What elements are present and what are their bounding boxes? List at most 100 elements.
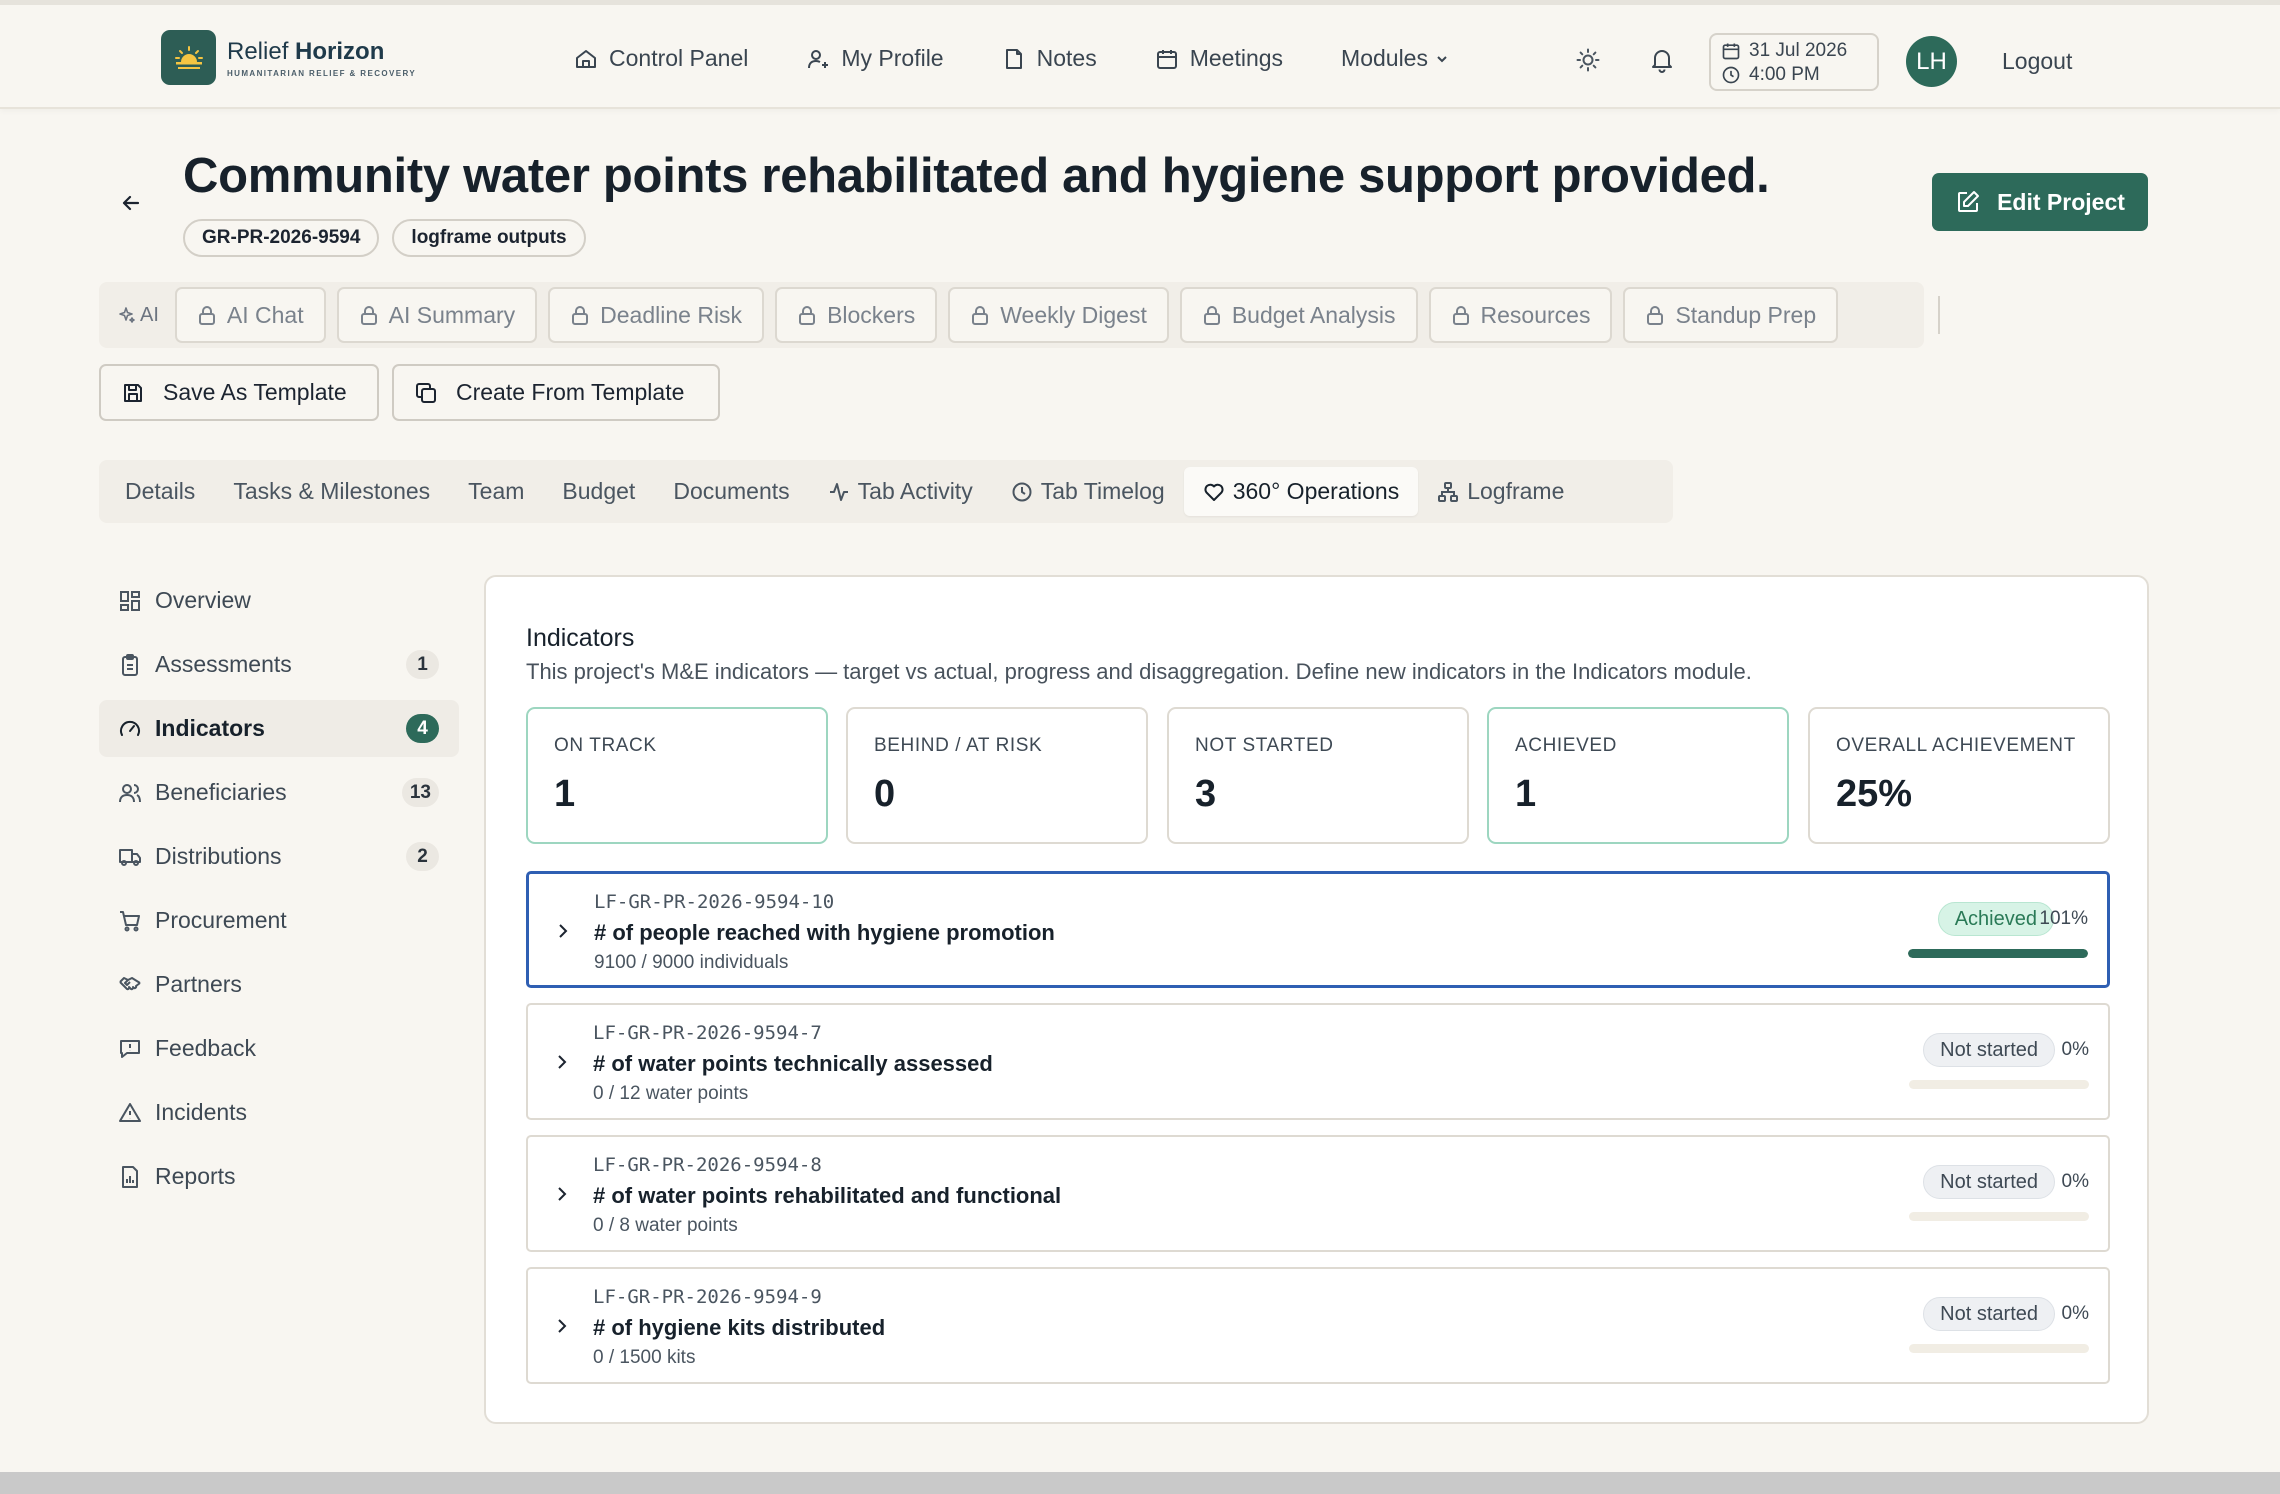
indicator-percent: 0% (2061, 1171, 2089, 1192)
arrow-left-icon (122, 195, 140, 211)
deadline-risk-label: Deadline Risk (600, 301, 743, 328)
stat-card-overall-achievement: OVERALL ACHIEVEMENT 25% (1808, 707, 2110, 844)
copy-icon (416, 382, 436, 403)
indicator-name: # of hygiene kits distributed (593, 1315, 886, 1340)
indicator-name: # of people reached with hygiene promoti… (594, 920, 1055, 945)
project-tag-badge: logframe outputs (392, 219, 586, 257)
window-bottom-edge (0, 1472, 2280, 1494)
sidebar-item-label: Partners (155, 971, 242, 997)
sidebar-item-label: Indicators (155, 715, 265, 741)
blockers-button[interactable]: Blockers (775, 287, 938, 343)
logout-link[interactable]: Logout (2002, 48, 2072, 75)
count-badge: 13 (401, 778, 439, 807)
tab-activity[interactable]: Tab Activity (809, 467, 992, 516)
avatar[interactable]: LH (1906, 36, 1957, 87)
indicators-panel: Indicators This project's M&E indicators… (484, 575, 2149, 1424)
indicator-percent: 0% (2061, 1039, 2089, 1060)
brand-logo-icon (161, 30, 216, 85)
brand-name: Relief Horizon (227, 37, 385, 65)
sidebar-item-beneficiaries[interactable]: Beneficiaries 13 (99, 764, 459, 821)
sidebar-item-assessments[interactable]: Assessments 1 (99, 636, 459, 693)
edit-project-label: Edit Project (1997, 188, 2125, 215)
sidebar-item-label: Distributions (155, 843, 282, 869)
nav-control-panel[interactable]: Control Panel (574, 45, 748, 72)
nav-my-profile[interactable]: My Profile (806, 45, 944, 72)
hierarchy-icon (1438, 481, 1459, 502)
clock-icon (1722, 66, 1740, 84)
activity-icon (829, 482, 848, 501)
resources-button[interactable]: Resources (1428, 287, 1613, 343)
lock-icon (972, 306, 989, 325)
sidebar-item-incidents[interactable]: Incidents (99, 1084, 459, 1141)
back-button[interactable] (118, 190, 144, 216)
warning-icon (119, 1102, 141, 1122)
chevron-right-icon[interactable] (553, 921, 573, 941)
main-nav: Control Panel My Profile Notes Meetings … (574, 45, 1450, 72)
theme-toggle-button[interactable] (1575, 47, 1601, 73)
edit-icon (1958, 191, 1980, 212)
clock-icon (1012, 482, 1032, 501)
count-badge: 2 (406, 842, 439, 871)
stat-value: 1 (1515, 773, 1537, 815)
sun-icon (1576, 48, 1600, 72)
sidebar-item-distributions[interactable]: Distributions 2 (99, 828, 459, 885)
nav-notes[interactable]: Notes (1002, 45, 1097, 72)
stat-card-behind: BEHIND / AT RISK 0 (846, 707, 1148, 844)
sidebar-item-indicators[interactable]: Indicators 4 (99, 700, 459, 757)
chevron-right-icon[interactable] (552, 1052, 572, 1072)
tab-documents[interactable]: Documents (654, 467, 808, 516)
tab-logframe[interactable]: Logframe (1418, 467, 1583, 516)
date-time-widget[interactable]: 31 Jul 2026 4:00 PM (1709, 33, 1879, 91)
sidebar-item-overview[interactable]: Overview (99, 572, 459, 629)
sidebar-item-procurement[interactable]: Procurement (99, 892, 459, 949)
standup-prep-label: Standup Prep (1675, 301, 1817, 328)
indicator-row[interactable]: LF-GR-PR-2026-9594-8 # of water points r… (526, 1135, 2110, 1252)
lock-icon (572, 306, 589, 325)
notifications-button[interactable] (1649, 47, 1675, 73)
progress-bar-fill (1908, 949, 2088, 958)
stat-card-not-started: NOT STARTED 3 (1167, 707, 1469, 844)
ai-summary-button[interactable]: AI Summary (336, 287, 538, 343)
tab-details[interactable]: Details (106, 467, 214, 516)
edit-project-button[interactable]: Edit Project (1932, 173, 2148, 231)
stat-label: NOT STARTED (1195, 735, 1334, 756)
standup-prep-button[interactable]: Standup Prep (1623, 287, 1839, 343)
indicator-row[interactable]: LF-GR-PR-2026-9594-9 # of hygiene kits d… (526, 1267, 2110, 1384)
stat-label: OVERALL ACHIEVEMENT (1836, 735, 2076, 756)
sidebar-item-reports[interactable]: Reports (99, 1148, 459, 1205)
indicator-row[interactable]: LF-GR-PR-2026-9594-10 # of people reache… (526, 871, 2110, 988)
ai-toolbar-label: AI (118, 304, 159, 327)
budget-analysis-button[interactable]: Budget Analysis (1179, 287, 1418, 343)
status-badge: Not started (1923, 1033, 2055, 1067)
lock-icon (799, 306, 816, 325)
blockers-label: Blockers (827, 301, 916, 328)
stat-card-on-track: ON TRACK 1 (526, 707, 828, 844)
deadline-risk-button[interactable]: Deadline Risk (548, 287, 765, 343)
calendar-icon (1722, 43, 1740, 60)
nav-modules-dropdown[interactable]: Modules (1341, 45, 1450, 72)
tab-budget[interactable]: Budget (543, 467, 654, 516)
clipboard-icon (122, 653, 138, 676)
create-from-template-button[interactable]: Create From Template (392, 364, 720, 421)
sidebar-item-partners[interactable]: Partners (99, 956, 459, 1013)
tab-360-operations[interactable]: 360° Operations (1183, 467, 1419, 516)
stat-value: 3 (1195, 773, 1217, 815)
sidebar-item-feedback[interactable]: Feedback (99, 1020, 459, 1077)
chevron-right-icon[interactable] (552, 1184, 572, 1204)
indicator-row[interactable]: LF-GR-PR-2026-9594-7 # of water points t… (526, 1003, 2110, 1120)
tab-timelog[interactable]: Tab Timelog (992, 467, 1184, 516)
chevron-right-icon[interactable] (552, 1316, 572, 1336)
tab-team[interactable]: Team (449, 467, 543, 516)
indicator-progress-text: 0 / 8 water points (593, 1215, 738, 1236)
nav-meetings[interactable]: Meetings (1155, 45, 1283, 72)
save-as-template-button[interactable]: Save As Template (99, 364, 379, 421)
sidebar-item-label: Reports (155, 1163, 236, 1189)
weekly-digest-button[interactable]: Weekly Digest (948, 287, 1169, 343)
brand[interactable]: Relief Horizon HUMANITARIAN RELIEF & REC… (161, 30, 416, 85)
stat-label: ON TRACK (554, 735, 657, 756)
stat-value: 0 (874, 773, 896, 815)
ai-chat-button[interactable]: AI Chat (174, 287, 326, 343)
toolbar-divider (1938, 296, 1940, 334)
tab-tasks-milestones[interactable]: Tasks & Milestones (214, 467, 449, 516)
current-date: 31 Jul 2026 (1749, 40, 1848, 61)
